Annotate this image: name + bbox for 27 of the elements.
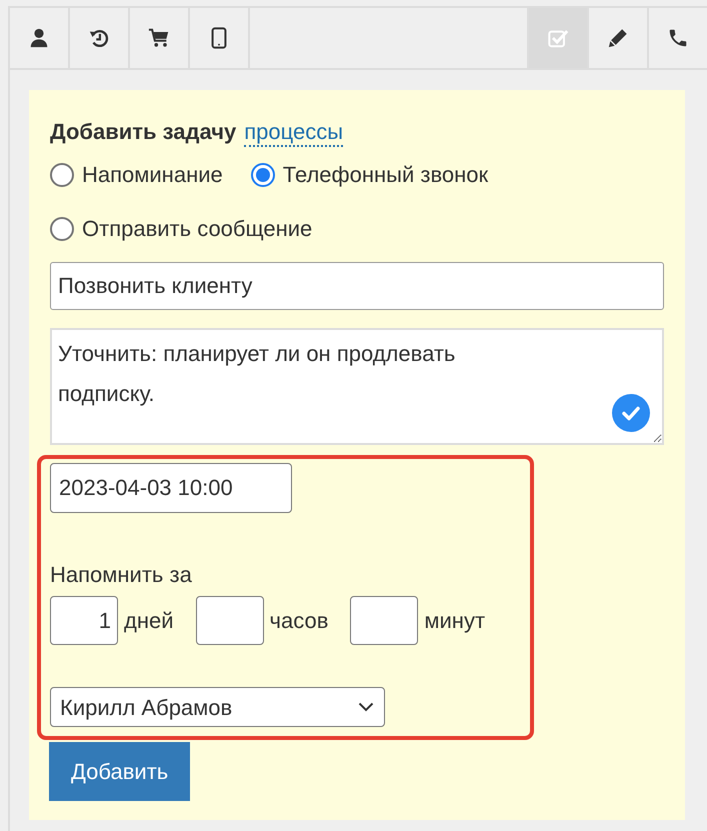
radio-button[interactable] <box>250 163 275 187</box>
unit-label: дней <box>124 608 174 634</box>
assignee-select[interactable]: Кирилл Абрамов <box>50 687 385 727</box>
form-title: Добавить задачу <box>50 118 236 146</box>
description-field[interactable]: Уточнить: планирует ли он продлевать подписку. <box>50 328 664 445</box>
date-time-field[interactable]: 2023-04-03 10:00 <box>50 463 292 513</box>
number-field[interactable]: 1 <box>50 596 118 645</box>
subject-field[interactable]: Позвонить клиенту <box>50 262 664 310</box>
phone-icon <box>667 27 689 49</box>
cart-icon <box>148 27 170 49</box>
radio-button[interactable] <box>50 163 74 187</box>
radio-button[interactable] <box>50 217 74 241</box>
unit-label: минут <box>424 608 486 634</box>
radio-label[interactable]: Отправить сообщение <box>82 216 312 242</box>
history-icon <box>88 27 110 49</box>
user-icon <box>28 27 50 49</box>
remind-label: Напомнить за <box>50 562 192 588</box>
add-button[interactable]: Добавить <box>49 742 190 801</box>
check-circle-icon[interactable] <box>612 394 650 432</box>
number-field[interactable] <box>350 596 418 645</box>
processes-link[interactable]: процессы <box>244 119 344 147</box>
chevron-down-icon <box>358 702 374 712</box>
number-field[interactable] <box>196 596 264 645</box>
pencil-icon <box>607 27 629 49</box>
radio-label[interactable]: Телефонный звонок <box>282 162 488 188</box>
radio-label[interactable]: Напоминание <box>82 162 223 188</box>
unit-label: часов <box>270 608 328 634</box>
